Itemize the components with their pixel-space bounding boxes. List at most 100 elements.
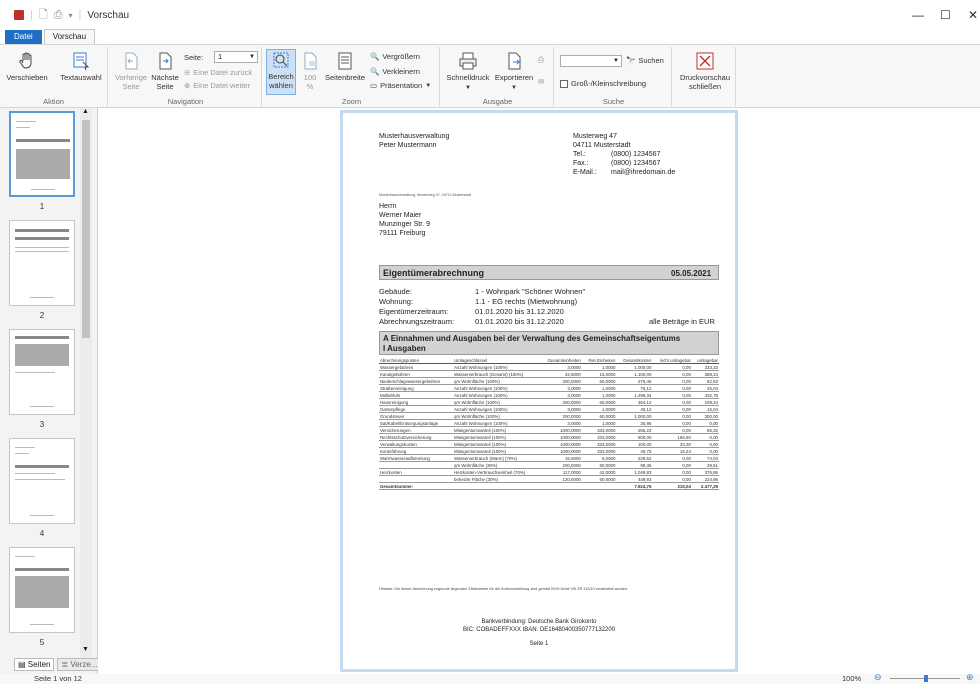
- page-thumbnail[interactable]: [9, 438, 75, 524]
- page-thumbnail[interactable]: [9, 329, 75, 415]
- tab-preview[interactable]: Vorschau: [43, 29, 96, 44]
- table-cell: 0,00: [652, 405, 692, 413]
- export-button[interactable]: Exportieren ▼: [492, 51, 536, 93]
- document-date: 05.05.2021: [671, 269, 712, 278]
- scroll-up-icon[interactable]: ▲: [82, 108, 89, 115]
- table-cell: Anzahl Wohnungen (100%): [453, 419, 541, 427]
- page-thumbnail[interactable]: [9, 220, 75, 306]
- binoculars-icon: 🔭: [626, 56, 636, 65]
- tel-value: (0800) 1234567: [611, 151, 661, 158]
- table-cell: 276,45: [616, 377, 653, 385]
- chevron-down-icon: ▼: [465, 85, 471, 91]
- table-cell: 33,30: [652, 440, 692, 448]
- table-cell: qm Wohnfläche (100%): [453, 377, 541, 385]
- print-dialog-button[interactable]: ⎙: [538, 55, 544, 65]
- ribbon: Verschieben Textauswahl Aktion Vorherige…: [0, 44, 980, 108]
- recipient-line: Munzinger Str. 9: [379, 221, 430, 228]
- thumb-line: [16, 127, 30, 128]
- zoom-100-button[interactable]: 100 %: [298, 51, 322, 91]
- close-preview-icon: [696, 52, 714, 70]
- tel-label: Tel.:: [573, 151, 586, 158]
- file-back-button[interactable]: ⊖ Eine Datei zurück: [184, 68, 252, 77]
- prev-page-button[interactable]: Vorherige Seite: [114, 51, 148, 91]
- tab-pages[interactable]: ▤ Seiten: [14, 658, 55, 671]
- tab-directory[interactable]: ≣ Verze...: [57, 658, 102, 671]
- page-thumbnail[interactable]: [9, 547, 75, 633]
- table-cell: 3,0000: [540, 391, 582, 399]
- email-button[interactable]: ✉: [538, 77, 544, 86]
- page-width-button[interactable]: Seitenbreite: [322, 51, 368, 82]
- minimize-icon[interactable]: —: [912, 8, 924, 22]
- table-cell: Müllabfuhr: [379, 391, 453, 399]
- hand-icon: [19, 52, 32, 69]
- table-cell: 0,00: [691, 433, 719, 441]
- fax-value: (0800) 1234567: [611, 160, 661, 167]
- table-cell: 117,0000: [540, 468, 582, 476]
- table-cell: 0,00: [652, 384, 692, 392]
- fax-label: Fax.:: [573, 160, 589, 167]
- close-preview-button[interactable]: Druckvorschau schließen: [676, 51, 734, 91]
- thumb-block: [16, 149, 70, 179]
- sender-name: Musterhausverwaltung: [379, 133, 450, 140]
- zoom-out-button[interactable]: 🔍 Verkleinern: [370, 67, 420, 76]
- file-forward-button[interactable]: ⊕ Eine Datei weiter: [184, 81, 250, 90]
- maximize-icon[interactable]: ☐: [940, 8, 951, 22]
- table-cell: 0,00: [652, 363, 692, 371]
- case-sensitive-checkbox[interactable]: Groß-/Kleinschreibung: [560, 79, 646, 88]
- tab-file[interactable]: Datei: [5, 30, 42, 44]
- text-select-button[interactable]: Textauswahl: [56, 51, 106, 82]
- table-cell: 1,0000: [581, 363, 617, 371]
- chevron-down-icon[interactable]: ▼: [613, 56, 619, 66]
- zoom-out-icon[interactable]: ⊖: [874, 672, 882, 683]
- table-cell: Sat/Kabel/Entsorgungsanlage: [379, 419, 453, 427]
- section-title: A Einnahmen und Ausgaben bei der Verwalt…: [383, 334, 681, 343]
- table-cell: 200,0000: [540, 377, 582, 385]
- table-cell: 388,24: [691, 370, 719, 378]
- thumb-line: [30, 297, 54, 298]
- close-icon[interactable]: ✕: [968, 8, 978, 22]
- search-button[interactable]: 🔭 Suchen: [626, 56, 664, 65]
- app-icon[interactable]: [14, 10, 24, 20]
- table-cell: 0,00: [652, 398, 692, 406]
- page-thumbnail[interactable]: [9, 111, 75, 197]
- chevron-down-icon[interactable]: ▼: [249, 52, 255, 62]
- notice-text: Hinweis: Die dieser Abrechnung zugrunde …: [379, 587, 629, 591]
- customize-dropdown-icon[interactable]: ▾: [69, 11, 73, 20]
- thumb-line: [15, 473, 55, 474]
- table-cell: 1000,0000: [540, 433, 582, 441]
- document-viewport[interactable]: Musterhausverwaltung Peter Mustermann Mu…: [98, 108, 980, 674]
- table-cell: Gesamtsumme:: [379, 482, 453, 490]
- new-document-icon[interactable]: 🗋: [39, 6, 48, 25]
- quick-print-button[interactable]: Schnelldruck ▼: [444, 51, 492, 93]
- table-cell: 82,93: [691, 377, 719, 385]
- thumb-line: [30, 624, 54, 625]
- page-number-combo[interactable]: 1 ▼: [214, 51, 258, 63]
- checkbox-box[interactable]: [560, 79, 568, 88]
- table-cell: 5,0000: [581, 454, 617, 462]
- table-cell: 200,0000: [540, 398, 582, 406]
- move-label: Verschieben: [6, 73, 48, 82]
- table-cell: 45,75: [616, 447, 653, 455]
- zoom-in-button[interactable]: 🔍 Vergrößern: [370, 52, 420, 61]
- scroll-down-icon[interactable]: ▼: [82, 646, 89, 653]
- move-button[interactable]: Verschieben: [4, 51, 50, 82]
- table-cell: 333,0000: [581, 426, 617, 434]
- table-cell: qm Wohnfläche (100%): [453, 398, 541, 406]
- zoom-slider-thumb[interactable]: [924, 675, 928, 682]
- print-icon[interactable]: ⎙: [54, 9, 63, 22]
- table-cell: 15,24: [652, 447, 692, 455]
- presentation-button[interactable]: ▭ Präsentation ▼: [370, 81, 431, 90]
- scrollbar-thumb[interactable]: [82, 120, 90, 338]
- group-zoom: Bereich wählen 100 % Seitenbreite 🔍 Verg…: [264, 47, 440, 107]
- next-page-button[interactable]: Nächste Seite: [148, 51, 182, 91]
- zoom-in-icon[interactable]: ⊕: [966, 672, 974, 683]
- select-area-button[interactable]: Bereich wählen: [266, 49, 296, 95]
- group-aktion: Verschieben Textauswahl Aktion: [0, 47, 108, 107]
- table-cell: 109,24: [691, 398, 719, 406]
- thumb-line: [15, 251, 69, 252]
- prev-page-label-2: Seite: [122, 82, 140, 91]
- table-cell: 42,0000: [581, 468, 617, 476]
- table-cell: 1,0000: [581, 419, 617, 427]
- search-input[interactable]: ▼: [560, 55, 622, 67]
- thumbnail-scrollbar[interactable]: ▲ ▼: [80, 108, 92, 668]
